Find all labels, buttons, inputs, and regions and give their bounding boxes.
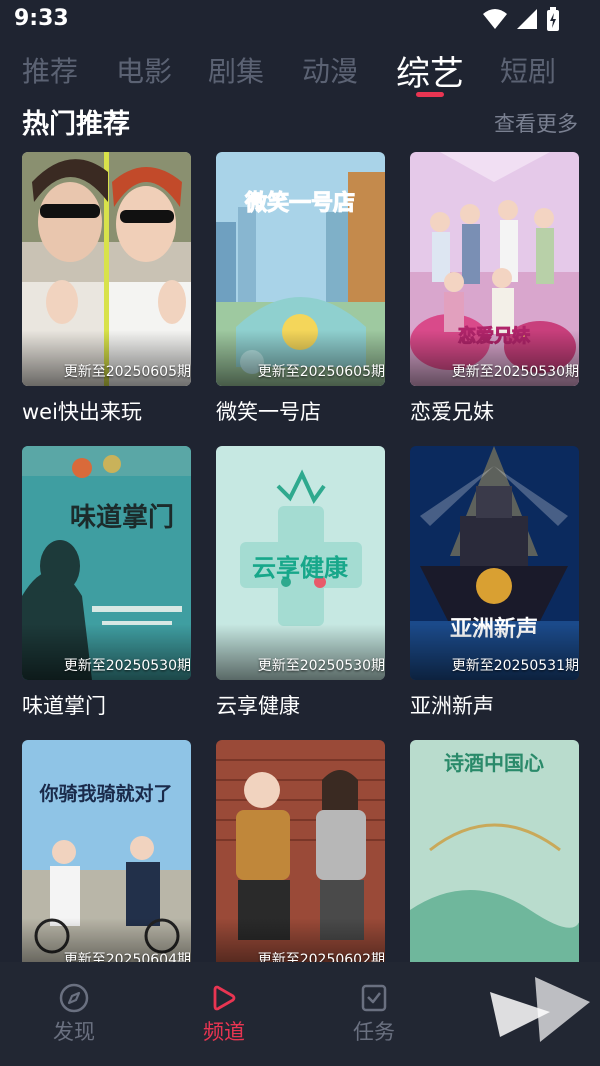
wifi-icon <box>483 9 507 29</box>
nav-channel[interactable]: 频道 <box>174 982 274 1046</box>
update-badge: 更新至20250530期 <box>63 658 191 674</box>
poster[interactable]: 微笑一号店 更新至20250605期 <box>216 152 385 386</box>
compass-icon <box>59 983 89 1013</box>
update-badge: 更新至20250605期 <box>63 364 191 380</box>
update-badge: 更新至20250605期 <box>257 364 385 380</box>
tab-series[interactable]: 剧集 <box>208 50 264 90</box>
update-badge: 更新至20250530期 <box>257 658 385 674</box>
poster-title-text: 云享健康 <box>252 554 349 582</box>
tab-recommend[interactable]: 推荐 <box>22 50 78 90</box>
status-bar: 9:33 <box>0 0 600 40</box>
card-talk-show[interactable]: 更新至20250602期 <box>216 740 385 974</box>
poster[interactable]: 云享健康 更新至20250530期 <box>216 446 385 680</box>
nav-label: 频道 <box>203 1020 245 1044</box>
card-title: 恋爱兄妹 <box>410 400 494 424</box>
poster[interactable]: 更新至20250605期 <box>22 152 191 386</box>
poster-art: 诗酒中国心 <box>410 740 579 974</box>
nav-label: 发现 <box>53 1020 95 1044</box>
poster[interactable]: 恋爱兄妹 更新至20250530期 <box>410 152 579 386</box>
poster-title-text: 诗酒中国心 <box>444 751 544 775</box>
nav-task[interactable]: 任务 <box>324 982 424 1046</box>
bottom-nav: 发现 频道 任务 <box>0 962 600 1066</box>
tab-variety[interactable]: 综艺 <box>396 46 464 95</box>
card-title: 微笑一号店 <box>216 400 321 424</box>
card-title: 亚洲新声 <box>410 694 494 718</box>
nav-label: 任务 <box>353 1020 395 1044</box>
poster[interactable]: 诗酒中国心 <box>410 740 579 974</box>
status-time: 9:33 <box>14 6 69 31</box>
update-badge: 更新至20250531期 <box>451 658 579 674</box>
tab-anime[interactable]: 动漫 <box>302 50 358 90</box>
update-badge: 更新至20250530期 <box>451 364 579 380</box>
poster-title-text: 味道掌门 <box>70 502 174 533</box>
card-shijiu-zhongguoxin[interactable]: 诗酒中国心 <box>410 740 579 974</box>
see-more-link[interactable]: 查看更多 <box>494 108 578 138</box>
battery-icon <box>547 7 559 31</box>
poster[interactable]: 味道掌门 更新至20250530期 <box>22 446 191 680</box>
poster[interactable]: 更新至20250602期 <box>216 740 385 974</box>
task-check-icon <box>361 984 387 1012</box>
category-tabs: 推荐 电影 剧集 动漫 综艺 短剧 <box>0 44 600 100</box>
card-yazhou-xinsheng[interactable]: 亚洲新声 更新至20250531期 亚洲新声 <box>410 446 579 720</box>
status-icons <box>482 7 560 31</box>
card-cycling-show[interactable]: 你骑我骑就对了 更新至20250604期 <box>22 740 191 974</box>
card-title: 味道掌门 <box>22 694 106 718</box>
card-lianai-xiongmei[interactable]: 恋爱兄妹 更新至20250530期 恋爱兄妹 <box>410 152 579 426</box>
active-tab-indicator <box>416 92 444 97</box>
signal-icon <box>517 9 537 29</box>
poster-title-text: 你骑我骑就对了 <box>38 782 172 805</box>
card-yunxiang-jiankang[interactable]: 云享健康 更新至20250530期 云享健康 <box>216 446 385 720</box>
poster[interactable]: 你骑我骑就对了 更新至20250604期 <box>22 740 191 974</box>
poster[interactable]: 亚洲新声 更新至20250531期 <box>410 446 579 680</box>
card-weixiao-yihaodian[interactable]: 微笑一号店 更新至20250605期 微笑一号店 <box>216 152 385 426</box>
poster-title-text: 微笑一号店 <box>244 190 355 216</box>
card-wei-kuai[interactable]: 更新至20250605期 wei快出来玩 <box>22 152 191 426</box>
tab-movie[interactable]: 电影 <box>116 50 172 90</box>
card-title: 云享健康 <box>216 694 300 718</box>
corner-decoration <box>490 977 590 1042</box>
tab-short-drama[interactable]: 短剧 <box>500 50 556 90</box>
card-title: wei快出来玩 <box>22 400 142 424</box>
nav-discover[interactable]: 发现 <box>24 982 124 1046</box>
play-icon <box>213 985 236 1011</box>
card-weidao-zhangmen[interactable]: 味道掌门 更新至20250530期 味道掌门 <box>22 446 191 720</box>
section-title: 热门推荐 <box>22 109 130 140</box>
